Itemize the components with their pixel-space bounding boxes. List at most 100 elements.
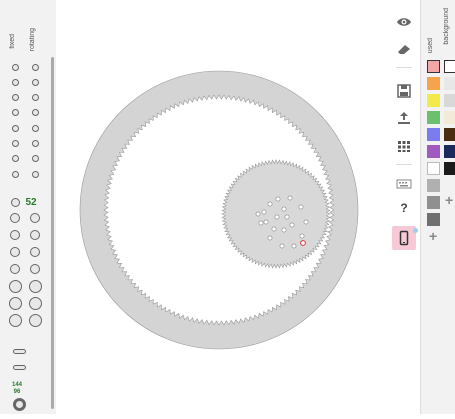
pen-hole (291, 243, 297, 249)
fixed-gear-option[interactable] (8, 279, 22, 293)
eraser-icon (398, 45, 410, 54)
fixed-gear-option[interactable] (11, 94, 19, 102)
background-color-swatch[interactable] (444, 145, 455, 158)
fixed-gear-option[interactable] (11, 140, 19, 147)
bar-gear-option[interactable] (13, 349, 26, 354)
rotating-gear-option[interactable] (31, 124, 39, 132)
used-color-swatch[interactable] (427, 179, 440, 192)
rotating-gear-option[interactable] (31, 155, 39, 163)
help-button[interactable]: ? (392, 196, 416, 220)
keyboard-shortcuts-button[interactable] (392, 172, 416, 196)
gear-size-row[interactable] (0, 296, 50, 310)
used-color-swatch[interactable] (427, 128, 440, 141)
rotating-gear-option[interactable] (31, 78, 39, 86)
background-color-swatch[interactable] (444, 94, 455, 107)
toolbar-divider (396, 67, 412, 68)
rotating-gear-option[interactable] (28, 313, 42, 327)
keyboard-icon (396, 179, 412, 189)
upload-button[interactable] (392, 106, 416, 130)
used-color-swatch[interactable] (427, 111, 440, 124)
rotating-gear-option[interactable] (28, 296, 42, 310)
gear-size-row[interactable] (0, 124, 50, 132)
gear-size-row[interactable] (0, 94, 50, 102)
rotating-gear-option[interactable] (31, 63, 39, 71)
gear-size-row[interactable] (0, 109, 50, 117)
pen-hole (261, 209, 267, 215)
add-background-color-button[interactable]: + (445, 192, 453, 208)
gear-size-row[interactable] (0, 313, 50, 327)
used-color-swatch[interactable] (427, 94, 440, 107)
gear-size-row[interactable] (0, 63, 50, 71)
gear-size-row[interactable] (0, 140, 50, 147)
rotating-gear-option[interactable] (28, 279, 42, 293)
gear-size-row[interactable] (0, 170, 50, 178)
fixed-gear-option[interactable] (11, 124, 19, 132)
used-color-swatch[interactable] (427, 196, 440, 209)
clear-button[interactable] (392, 37, 416, 61)
fixed-gear-option[interactable] (10, 197, 20, 207)
gear-size-row[interactable] (0, 78, 50, 86)
rotating-gear-option[interactable] (31, 140, 39, 147)
fixed-gear-option[interactable] (11, 170, 19, 178)
used-color-swatch[interactable] (427, 77, 440, 90)
rotating-gear-option[interactable] (30, 264, 40, 274)
rotating-gear-teeth-value: 96 (13, 389, 21, 395)
used-color-swatch[interactable] (427, 60, 440, 73)
rotating-gear-option[interactable] (31, 170, 39, 178)
gear-selector-panel: fixed rotating 52 144 96 (0, 0, 57, 414)
fixed-gear-option[interactable] (8, 313, 22, 327)
visibility-button[interactable] (392, 10, 416, 34)
fixed-gear-option[interactable] (10, 247, 20, 257)
fixed-gear-teeth-value: 144 (12, 382, 23, 388)
used-color-swatch[interactable] (427, 162, 440, 175)
drawing-canvas[interactable] (56, 0, 388, 414)
used-color-swatch[interactable] (427, 145, 440, 158)
background-color-swatch[interactable] (444, 111, 455, 124)
background-color-swatch[interactable] (444, 77, 455, 90)
bar-gear-option[interactable] (13, 365, 26, 370)
fixed-gear-option[interactable] (11, 109, 19, 117)
fixed-column-label: fixed (9, 34, 16, 49)
gallery-button[interactable] (392, 134, 416, 158)
selected-gear-teeth: 52 (25, 196, 37, 208)
pen-hole (298, 204, 304, 210)
add-used-color-button[interactable]: + (429, 228, 437, 244)
ring-gear-button[interactable] (13, 398, 26, 411)
gear-size-row[interactable] (0, 247, 50, 257)
fixed-gear-option[interactable] (10, 230, 20, 240)
rotating-gear-option[interactable] (30, 230, 40, 240)
gear-size-row[interactable]: 52 (0, 197, 50, 208)
fixed-gear-option[interactable] (8, 296, 22, 310)
pen-hole (281, 206, 287, 212)
toolbar-divider (396, 164, 412, 165)
fixed-gear-option[interactable] (11, 78, 19, 86)
gear-size-row[interactable] (0, 279, 50, 293)
used-color-swatch[interactable] (427, 213, 440, 226)
fixed-gear-option[interactable] (11, 63, 19, 71)
pen-hole (255, 211, 261, 217)
background-color-swatch[interactable] (444, 60, 455, 73)
gear-size-row[interactable] (0, 155, 50, 163)
rotating-gear-option[interactable] (31, 109, 39, 117)
pen-hole (279, 243, 285, 249)
background-color-swatch[interactable] (444, 128, 455, 141)
scrollbar[interactable] (51, 57, 54, 409)
fixed-gear-option[interactable] (10, 213, 20, 223)
fixed-gear-option[interactable] (10, 264, 20, 274)
pen-hole (299, 233, 305, 239)
rotating-gear-option[interactable] (31, 94, 39, 102)
gear-size-row[interactable] (0, 230, 50, 240)
rotating-gear-option[interactable] (30, 213, 40, 223)
pen-hole (267, 201, 273, 207)
gear-size-row[interactable] (0, 264, 50, 274)
grid-icon (398, 141, 410, 152)
save-icon (397, 84, 411, 98)
save-button[interactable] (392, 79, 416, 103)
rotating-gear (221, 159, 331, 269)
background-color-swatch[interactable] (444, 162, 455, 175)
rotating-gear-option[interactable] (30, 247, 40, 257)
fixed-gear-option[interactable] (11, 155, 19, 163)
toolbar: ? (388, 0, 420, 414)
gear-size-row[interactable] (0, 213, 50, 223)
pen-hole (287, 195, 293, 201)
